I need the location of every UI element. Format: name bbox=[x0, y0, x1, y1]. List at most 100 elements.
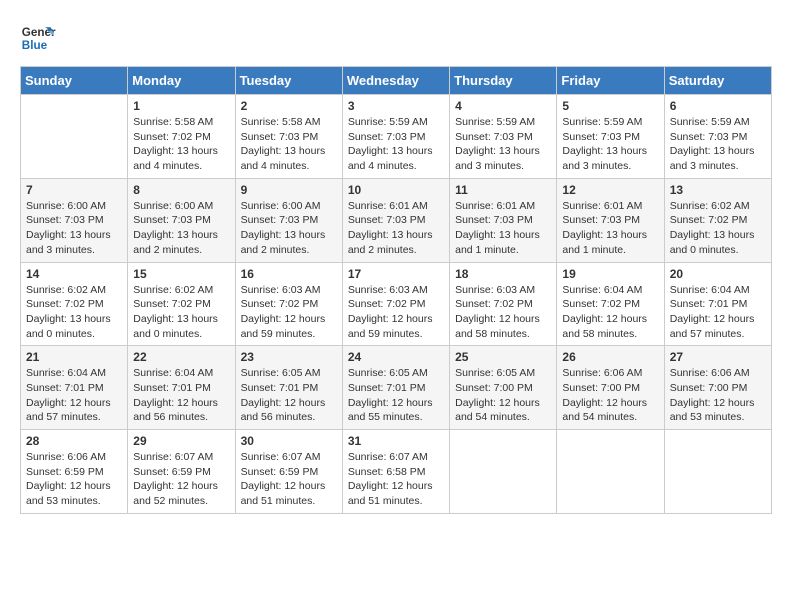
calendar-cell: 19Sunrise: 6:04 AM Sunset: 7:02 PM Dayli… bbox=[557, 262, 664, 346]
column-header-sunday: Sunday bbox=[21, 67, 128, 95]
column-header-monday: Monday bbox=[128, 67, 235, 95]
cell-content: Sunrise: 6:04 AM Sunset: 7:01 PM Dayligh… bbox=[26, 366, 122, 425]
cell-content: Sunrise: 5:58 AM Sunset: 7:02 PM Dayligh… bbox=[133, 115, 229, 174]
day-number: 31 bbox=[348, 434, 444, 448]
cell-content: Sunrise: 6:01 AM Sunset: 7:03 PM Dayligh… bbox=[562, 199, 658, 258]
calendar-cell: 3 Sunrise: 5:59 AM Sunset: 7:03 PM Daylig… bbox=[342, 95, 449, 179]
day-number: 5 bbox=[562, 99, 658, 113]
cell-content: Sunrise: 6:00 AM Sunset: 7:03 PM Dayligh… bbox=[241, 199, 337, 258]
calendar-cell: 22 Sunrise: 6:04 AM Sunset: 7:01 PM Dayli… bbox=[128, 346, 235, 430]
day-number: 25 bbox=[455, 350, 551, 364]
calendar-cell: 25 Sunrise: 6:05 AM Sunset: 7:00 PM Dayli… bbox=[450, 346, 557, 430]
day-number: 2 bbox=[241, 99, 337, 113]
logo-icon: General Blue bbox=[20, 20, 56, 56]
calendar-cell: 18Sunrise: 6:03 AM Sunset: 7:02 PM Dayli… bbox=[450, 262, 557, 346]
day-number: 4 bbox=[455, 99, 551, 113]
calendar-cell: 31 Sunrise: 6:07 AM Sunset: 6:58 PM Dayli… bbox=[342, 430, 449, 514]
day-number: 11 bbox=[455, 183, 551, 197]
day-number: 7 bbox=[26, 183, 122, 197]
day-number: 12 bbox=[562, 183, 658, 197]
day-number: 14 bbox=[26, 267, 122, 281]
calendar-cell: 14 Sunrise: 6:02 AM Sunset: 7:02 PM Dayli… bbox=[21, 262, 128, 346]
day-number: 8 bbox=[133, 183, 229, 197]
calendar-cell: 16 Sunrise: 6:03 AM Sunset: 7:02 PM Dayli… bbox=[235, 262, 342, 346]
day-number: 24 bbox=[348, 350, 444, 364]
cell-content: Sunrise: 6:00 AM Sunset: 7:03 PM Dayligh… bbox=[26, 199, 122, 258]
cell-content: Sunrise: 6:00 AM Sunset: 7:03 PM Dayligh… bbox=[133, 199, 229, 258]
cell-content: Sunrise: 6:04 AM Sunset: 7:01 PM Dayligh… bbox=[670, 283, 766, 342]
day-number: 6 bbox=[670, 99, 766, 113]
calendar-cell: 28 Sunrise: 6:06 AM Sunset: 6:59 PM Dayli… bbox=[21, 430, 128, 514]
day-number: 21 bbox=[26, 350, 122, 364]
calendar-cell bbox=[450, 430, 557, 514]
calendar-table: SundayMondayTuesdayWednesdayThursdayFrid… bbox=[20, 66, 772, 514]
column-header-tuesday: Tuesday bbox=[235, 67, 342, 95]
cell-content: Sunrise: 6:04 AM Sunset: 7:01 PM Dayligh… bbox=[133, 366, 229, 425]
calendar-cell: 11 Sunrise: 6:01 AM Sunset: 7:03 PM Dayli… bbox=[450, 178, 557, 262]
cell-content: Sunrise: 6:01 AM Sunset: 7:03 PM Dayligh… bbox=[348, 199, 444, 258]
calendar-cell: 26Sunrise: 6:06 AM Sunset: 7:00 PM Dayli… bbox=[557, 346, 664, 430]
cell-content: Sunrise: 6:02 AM Sunset: 7:02 PM Dayligh… bbox=[670, 199, 766, 258]
calendar-cell: 24 Sunrise: 6:05 AM Sunset: 7:01 PM Dayli… bbox=[342, 346, 449, 430]
cell-content: Sunrise: 5:59 AM Sunset: 7:03 PM Dayligh… bbox=[455, 115, 551, 174]
calendar-cell: 1 Sunrise: 5:58 AM Sunset: 7:02 PM Daylig… bbox=[128, 95, 235, 179]
day-number: 30 bbox=[241, 434, 337, 448]
cell-content: Sunrise: 6:07 AM Sunset: 6:59 PM Dayligh… bbox=[133, 450, 229, 509]
day-number: 19 bbox=[562, 267, 658, 281]
calendar-cell: 6 Sunrise: 5:59 AM Sunset: 7:03 PM Daylig… bbox=[664, 95, 771, 179]
calendar-cell: 2 Sunrise: 5:58 AM Sunset: 7:03 PM Daylig… bbox=[235, 95, 342, 179]
cell-content: Sunrise: 6:03 AM Sunset: 7:02 PM Dayligh… bbox=[348, 283, 444, 342]
calendar-cell: 30 Sunrise: 6:07 AM Sunset: 6:59 PM Dayli… bbox=[235, 430, 342, 514]
cell-content: Sunrise: 5:59 AM Sunset: 7:03 PM Dayligh… bbox=[670, 115, 766, 174]
day-number: 20 bbox=[670, 267, 766, 281]
day-number: 16 bbox=[241, 267, 337, 281]
cell-content: Sunrise: 5:59 AM Sunset: 7:03 PM Dayligh… bbox=[562, 115, 658, 174]
cell-content: Sunrise: 6:05 AM Sunset: 7:00 PM Dayligh… bbox=[455, 366, 551, 425]
calendar-cell: 8 Sunrise: 6:00 AM Sunset: 7:03 PM Daylig… bbox=[128, 178, 235, 262]
page-header: General Blue bbox=[20, 20, 772, 56]
cell-content: Sunrise: 6:06 AM Sunset: 6:59 PM Dayligh… bbox=[26, 450, 122, 509]
day-number: 1 bbox=[133, 99, 229, 113]
calendar-cell: 9 Sunrise: 6:00 AM Sunset: 7:03 PM Daylig… bbox=[235, 178, 342, 262]
cell-content: Sunrise: 6:02 AM Sunset: 7:02 PM Dayligh… bbox=[26, 283, 122, 342]
day-number: 27 bbox=[670, 350, 766, 364]
calendar-cell: 20 Sunrise: 6:04 AM Sunset: 7:01 PM Dayli… bbox=[664, 262, 771, 346]
calendar-cell: 10 Sunrise: 6:01 AM Sunset: 7:03 PM Dayli… bbox=[342, 178, 449, 262]
week-row-5: 28 Sunrise: 6:06 AM Sunset: 6:59 PM Dayli… bbox=[21, 430, 772, 514]
week-row-3: 14 Sunrise: 6:02 AM Sunset: 7:02 PM Dayli… bbox=[21, 262, 772, 346]
day-number: 15 bbox=[133, 267, 229, 281]
day-number: 22 bbox=[133, 350, 229, 364]
week-row-2: 7 Sunrise: 6:00 AM Sunset: 7:03 PM Daylig… bbox=[21, 178, 772, 262]
column-header-friday: Friday bbox=[557, 67, 664, 95]
cell-content: Sunrise: 6:07 AM Sunset: 6:58 PM Dayligh… bbox=[348, 450, 444, 509]
cell-content: Sunrise: 6:05 AM Sunset: 7:01 PM Dayligh… bbox=[348, 366, 444, 425]
calendar-cell bbox=[557, 430, 664, 514]
day-number: 10 bbox=[348, 183, 444, 197]
cell-content: Sunrise: 6:03 AM Sunset: 7:02 PM Dayligh… bbox=[241, 283, 337, 342]
logo: General Blue bbox=[20, 20, 56, 56]
cell-content: Sunrise: 6:07 AM Sunset: 6:59 PM Dayligh… bbox=[241, 450, 337, 509]
calendar-cell: 15Sunrise: 6:02 AM Sunset: 7:02 PM Dayli… bbox=[128, 262, 235, 346]
calendar-cell: 7 Sunrise: 6:00 AM Sunset: 7:03 PM Daylig… bbox=[21, 178, 128, 262]
cell-content: Sunrise: 5:59 AM Sunset: 7:03 PM Dayligh… bbox=[348, 115, 444, 174]
calendar-cell: 5 Sunrise: 5:59 AM Sunset: 7:03 PM Daylig… bbox=[557, 95, 664, 179]
day-number: 9 bbox=[241, 183, 337, 197]
column-header-thursday: Thursday bbox=[450, 67, 557, 95]
day-number: 23 bbox=[241, 350, 337, 364]
day-number: 3 bbox=[348, 99, 444, 113]
day-number: 17 bbox=[348, 267, 444, 281]
day-number: 28 bbox=[26, 434, 122, 448]
day-number: 13 bbox=[670, 183, 766, 197]
svg-text:Blue: Blue bbox=[22, 39, 48, 52]
calendar-cell: 12 Sunrise: 6:01 AM Sunset: 7:03 PM Dayli… bbox=[557, 178, 664, 262]
week-row-1: 1 Sunrise: 5:58 AM Sunset: 7:02 PM Daylig… bbox=[21, 95, 772, 179]
day-number: 29 bbox=[133, 434, 229, 448]
calendar-cell: 23 Sunrise: 6:05 AM Sunset: 7:01 PM Dayli… bbox=[235, 346, 342, 430]
cell-content: Sunrise: 5:58 AM Sunset: 7:03 PM Dayligh… bbox=[241, 115, 337, 174]
calendar-cell: 27 Sunrise: 6:06 AM Sunset: 7:00 PM Dayli… bbox=[664, 346, 771, 430]
cell-content: Sunrise: 6:01 AM Sunset: 7:03 PM Dayligh… bbox=[455, 199, 551, 258]
column-header-saturday: Saturday bbox=[664, 67, 771, 95]
cell-content: Sunrise: 6:06 AM Sunset: 7:00 PM Dayligh… bbox=[670, 366, 766, 425]
week-row-4: 21 Sunrise: 6:04 AM Sunset: 7:01 PM Dayli… bbox=[21, 346, 772, 430]
cell-content: Sunrise: 6:05 AM Sunset: 7:01 PM Dayligh… bbox=[241, 366, 337, 425]
